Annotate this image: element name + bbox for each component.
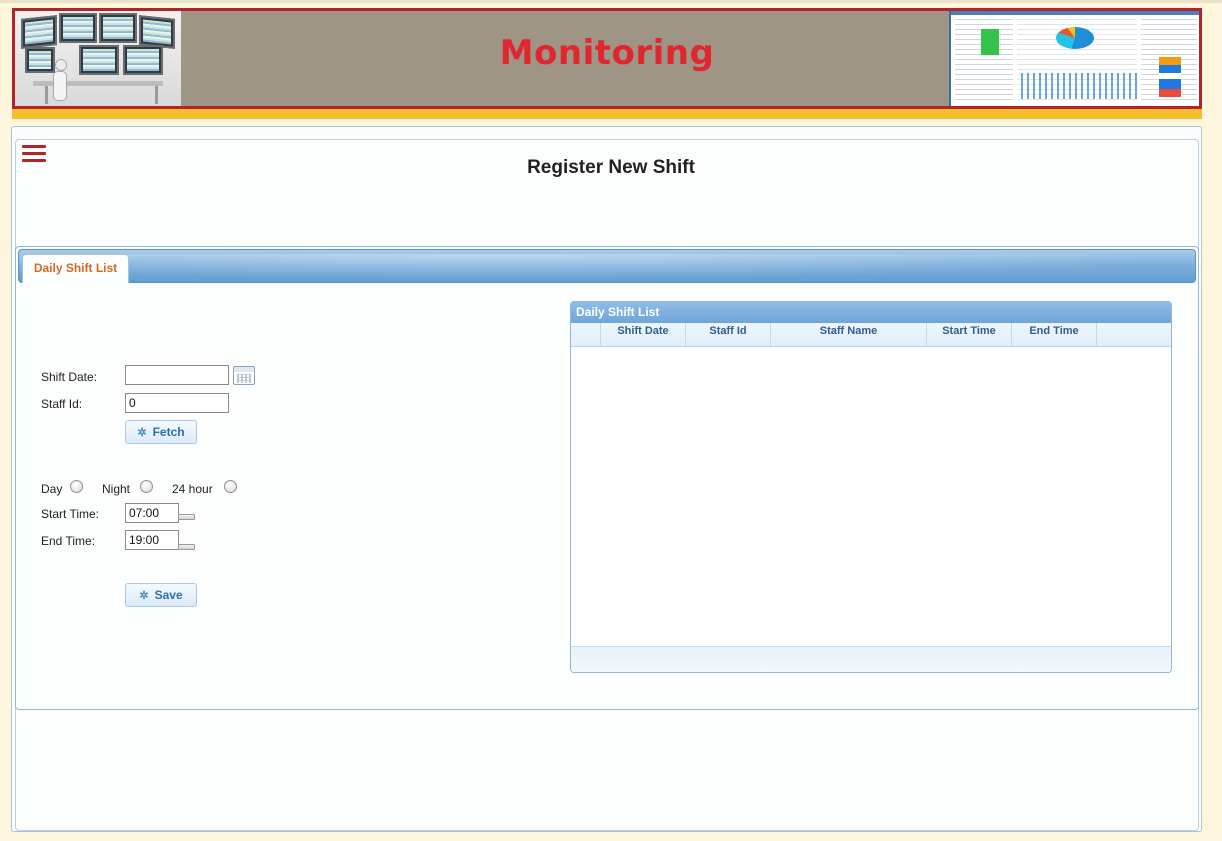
end-time-input[interactable] [125, 530, 179, 550]
grid-caption: Daily Shift List [571, 302, 1171, 323]
night-option-label: Night [102, 482, 131, 496]
shift-date-input[interactable] [125, 365, 229, 385]
gear-icon: ✲ [139, 589, 149, 602]
daily-shift-grid: Daily Shift List Shift Date Staff Id Sta… [570, 301, 1172, 673]
start-time-label: Start Time: [41, 507, 100, 521]
grid-header-start-time[interactable]: Start Time [927, 323, 1012, 347]
banner-stripe [12, 109, 1202, 119]
grid-header-row: Shift Date Staff Id Staff Name Start Tim… [571, 323, 1171, 347]
end-time-spinner[interactable] [178, 544, 195, 550]
grid-header-shift-date[interactable]: Shift Date [601, 323, 686, 347]
calendar-icon[interactable] [233, 366, 255, 385]
day-radio[interactable] [70, 480, 83, 493]
night-radio[interactable] [140, 480, 153, 493]
end-time-label: End Time: [41, 534, 96, 548]
gear-icon: ✲ [137, 426, 147, 439]
grid-header-staff-name[interactable]: Staff Name [771, 323, 927, 347]
tab-bar [18, 249, 1196, 283]
banner-image-right [949, 11, 1199, 106]
grid-pager [571, 646, 1171, 672]
start-time-input[interactable] [125, 503, 179, 523]
top-border-line [0, 0, 1222, 3]
shift-date-label: Shift Date: [41, 370, 98, 384]
page-title: Register New Shift [527, 157, 695, 178]
save-button[interactable]: ✲ Save [125, 583, 197, 607]
staff-id-label: Staff Id: [41, 397, 83, 411]
24-hour-radio[interactable] [224, 480, 237, 493]
start-time-spinner[interactable] [178, 514, 195, 520]
save-button-label: Save [154, 588, 183, 602]
grid-header-end-time[interactable]: End Time [1012, 323, 1097, 347]
tab-daily-shift-list[interactable]: Daily Shift List [22, 254, 129, 283]
fetch-button[interactable]: ✲ Fetch [125, 420, 197, 444]
grid-header-rownum [571, 323, 601, 347]
24-hour-option-label: 24 hour [172, 482, 213, 496]
header-banner: Monitoring [12, 8, 1202, 109]
day-option-label: Day [41, 482, 63, 496]
staff-id-input[interactable] [125, 393, 229, 413]
grid-header-staff-id[interactable]: Staff Id [686, 323, 771, 347]
fetch-button-label: Fetch [152, 425, 185, 439]
